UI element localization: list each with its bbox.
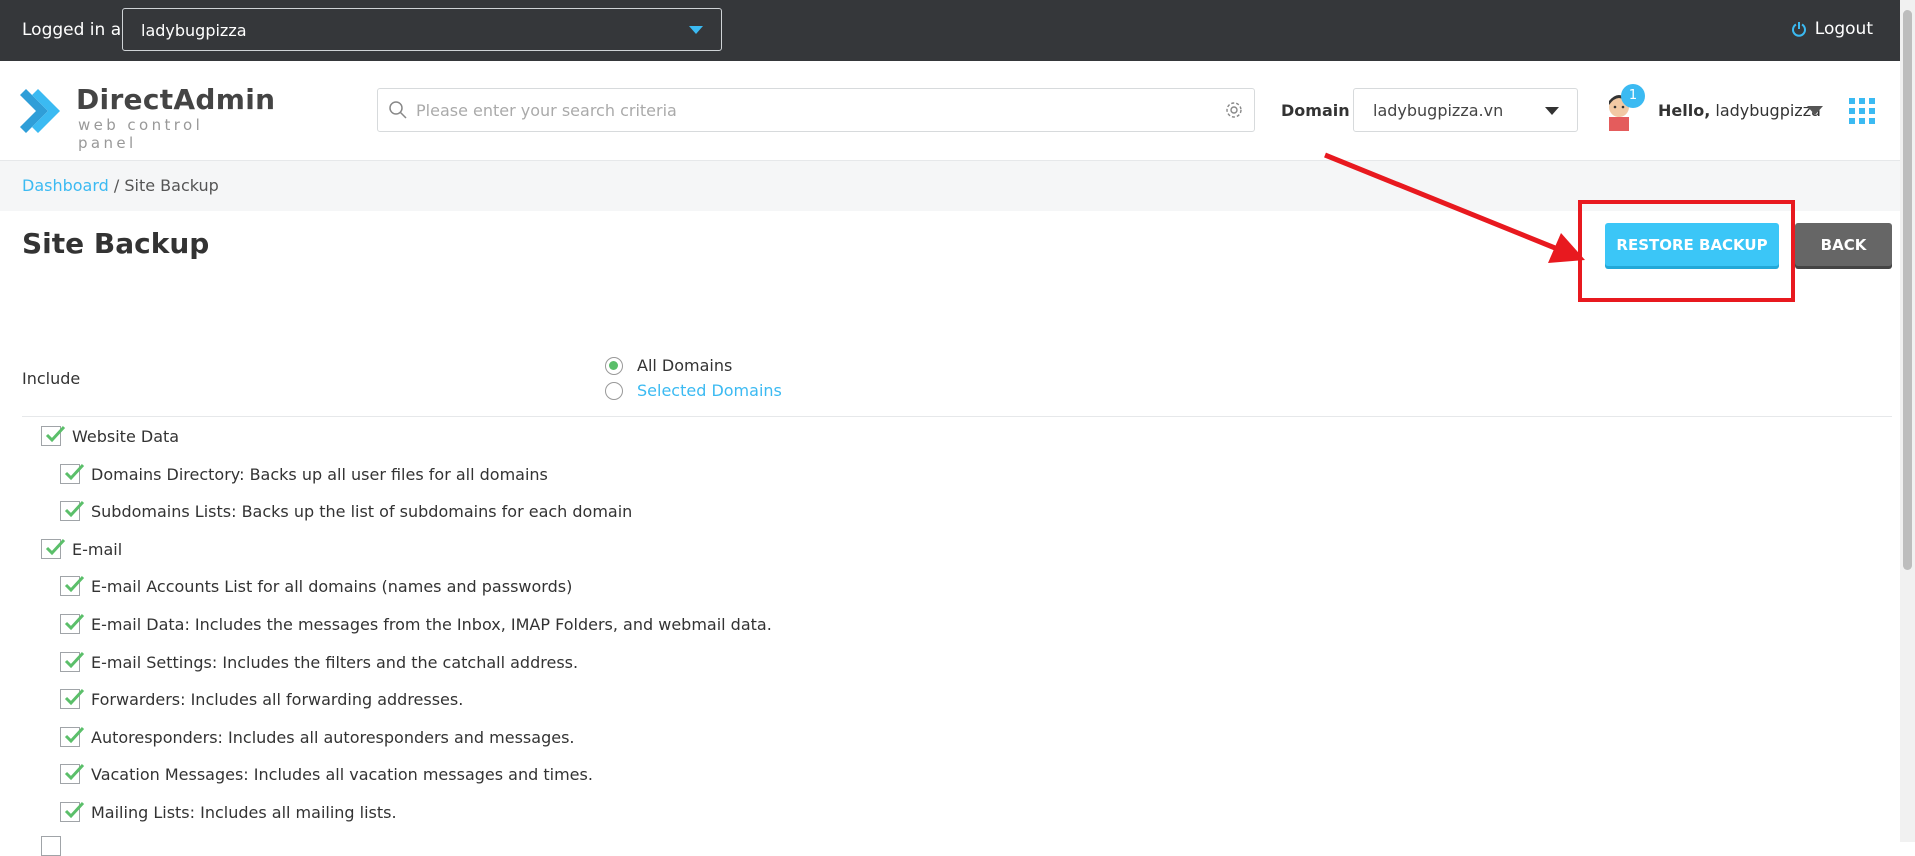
- breadcrumb-current: Site Backup: [124, 176, 219, 195]
- radio-all-domains-label[interactable]: All Domains: [637, 356, 732, 375]
- logout-label: Logout: [1814, 19, 1873, 39]
- search-icon: [389, 101, 407, 119]
- scrollbar-thumb[interactable]: [1903, 10, 1912, 570]
- back-button[interactable]: BACK: [1795, 223, 1892, 266]
- group-checkbox[interactable]: [41, 836, 61, 856]
- logged-in-label: Logged in as: [22, 20, 130, 40]
- notification-badge[interactable]: 1: [1621, 84, 1645, 108]
- restore-backup-button[interactable]: RESTORE BACKUP: [1605, 223, 1779, 266]
- option-label: Vacation Messages: Includes all vacation…: [91, 765, 593, 785]
- user-select-value: ladybugpizza: [141, 21, 247, 40]
- option-checkbox[interactable]: [60, 576, 85, 597]
- group-checkbox[interactable]: [41, 538, 66, 559]
- search-box: [377, 88, 1255, 132]
- option-label: E-mail Data: Includes the messages from …: [91, 615, 772, 634]
- checkmark-icon: [45, 425, 66, 443]
- breadcrumb-dashboard-link[interactable]: Dashboard: [22, 176, 109, 195]
- chevron-down-icon: [1545, 107, 1559, 115]
- hello-label: Hello,: [1658, 101, 1711, 120]
- checkmark-icon: [64, 651, 85, 668]
- user-select[interactable]: ladybugpizza: [122, 8, 722, 51]
- include-label: Include: [22, 369, 81, 388]
- domain-select[interactable]: ladybugpizza.vn: [1353, 88, 1578, 132]
- power-icon: [1791, 22, 1806, 37]
- radio-selected-domains[interactable]: [605, 382, 623, 400]
- option-checkbox[interactable]: [60, 801, 85, 822]
- radio-all-domains[interactable]: [605, 357, 623, 375]
- option-label: E-mail Settings: Includes the filters an…: [91, 652, 579, 672]
- chevron-down-icon[interactable]: [1807, 106, 1823, 115]
- logo-name: DirectAdmin: [76, 83, 276, 116]
- scrollbar[interactable]: [1900, 0, 1915, 842]
- option-checkbox[interactable]: [60, 764, 85, 785]
- group-label: E-mail: [72, 539, 123, 559]
- option-label: Subdomains Lists: Backs up the list of s…: [91, 502, 633, 522]
- option-label: Mailing Lists: Includes all mailing list…: [91, 803, 397, 822]
- option-label: E-mail Accounts List for all domains (na…: [91, 577, 573, 597]
- radio-selected-domains-label[interactable]: Selected Domains: [637, 381, 782, 400]
- header: DirectAdmin web control panel Domain lad…: [0, 61, 1900, 161]
- breadcrumb-separator: /: [108, 176, 125, 195]
- gear-icon[interactable]: [1224, 100, 1244, 120]
- chevron-down-icon: [689, 26, 703, 34]
- checkmark-icon: [64, 613, 85, 631]
- top-bar: Logged in as ladybugpizza Logout: [0, 0, 1915, 61]
- checkmark-icon: [64, 764, 85, 781]
- user-greeting[interactable]: Hello, ladybugpizza: [1658, 101, 1821, 120]
- checkmark-icon: [64, 801, 85, 819]
- option-checkbox[interactable]: [60, 726, 85, 747]
- domain-select-value: ladybugpizza.vn: [1373, 101, 1504, 120]
- directadmin-logo-icon: [20, 89, 60, 133]
- group-checkbox[interactable]: [41, 425, 66, 446]
- option-checkbox[interactable]: [60, 651, 85, 672]
- username: ladybugpizza: [1715, 101, 1821, 120]
- checkmark-icon: [45, 538, 66, 555]
- search-input[interactable]: [416, 98, 1196, 122]
- option-checkbox[interactable]: [60, 613, 85, 634]
- checkmark-icon: [64, 689, 85, 706]
- divider: [22, 416, 1892, 417]
- option-checkbox[interactable]: [60, 501, 85, 522]
- domain-label: Domain: [1281, 101, 1350, 120]
- option-label: Forwarders: Includes all forwarding addr…: [91, 690, 464, 710]
- checkmark-icon: [64, 576, 85, 593]
- checkmark-icon: [64, 726, 85, 743]
- checkmark-icon: [64, 501, 85, 518]
- group-label: Website Data: [72, 427, 180, 446]
- logo[interactable]: DirectAdmin web control panel: [20, 83, 275, 152]
- page-title: Site Backup: [22, 227, 210, 260]
- option-checkbox[interactable]: [60, 689, 85, 710]
- logout-button[interactable]: Logout: [1791, 19, 1873, 39]
- option-label: Domains Directory: Backs up all user fil…: [91, 464, 548, 484]
- apps-grid-icon[interactable]: [1849, 98, 1875, 124]
- option-label: Autoresponders: Includes all autorespond…: [91, 727, 575, 747]
- option-checkbox[interactable]: [60, 463, 85, 484]
- logo-subtitle: web control panel: [78, 116, 204, 152]
- annotation-arrow-icon: [1324, 152, 1585, 263]
- checkmark-icon: [64, 463, 85, 480]
